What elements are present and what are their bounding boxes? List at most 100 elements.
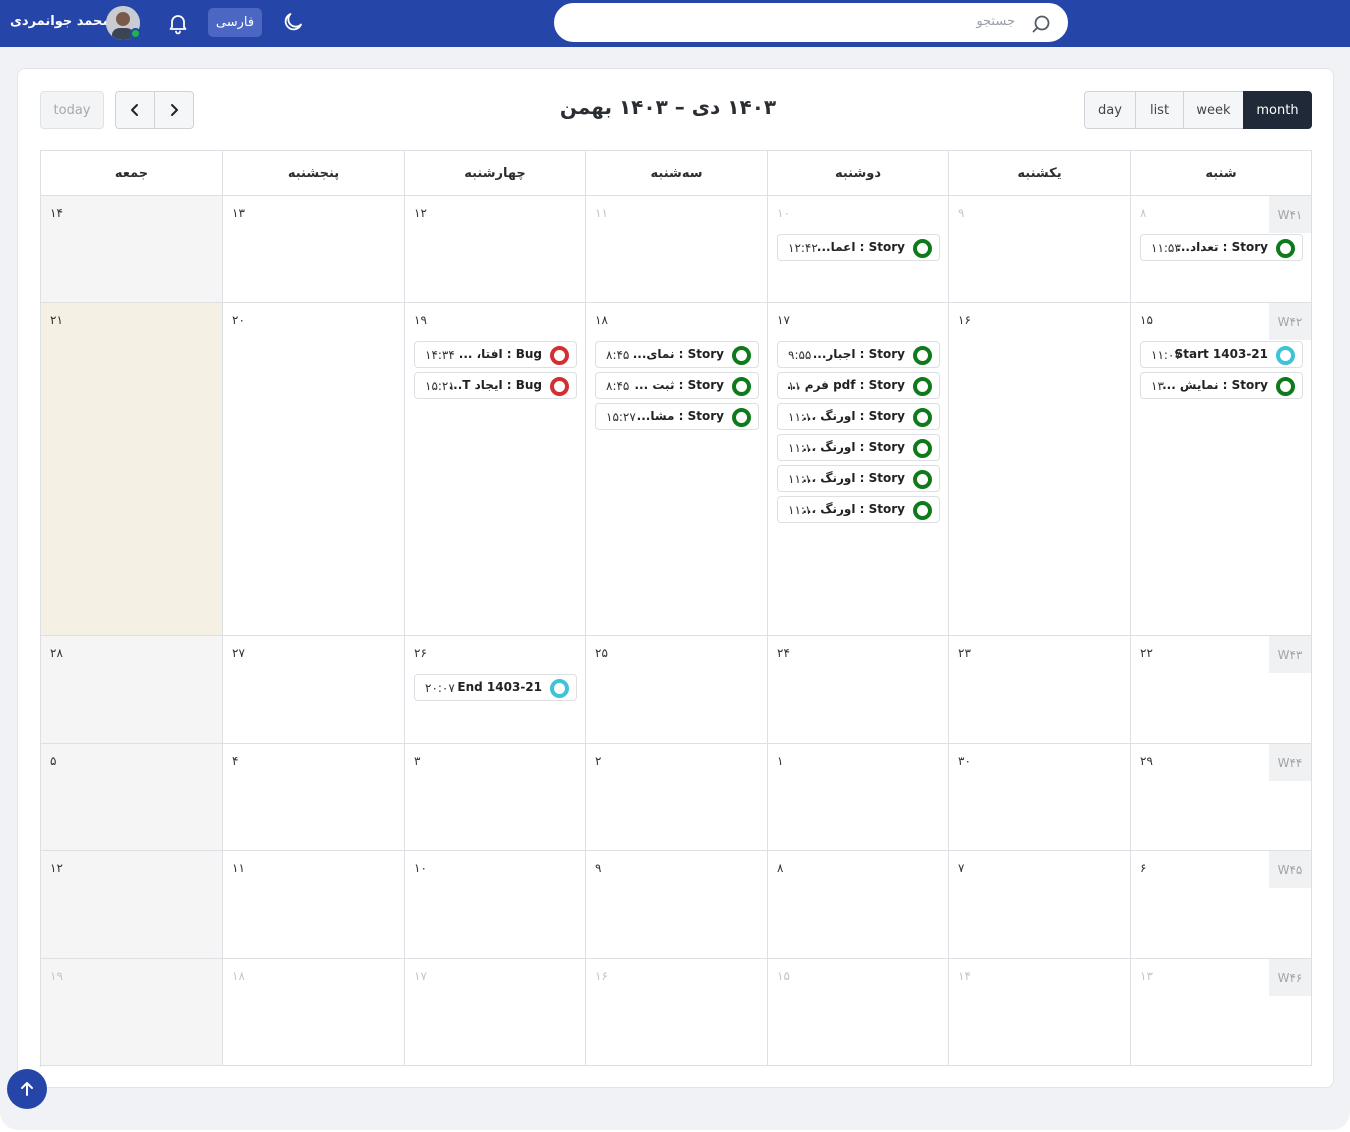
day-number[interactable]: ۱۲ (414, 206, 427, 220)
day-cell[interactable]: ۲۴ (768, 636, 949, 744)
day-number[interactable]: ۶ (1140, 861, 1146, 875)
day-number[interactable]: ۱۷ (777, 313, 790, 327)
view-list-button[interactable]: list (1135, 91, 1184, 129)
calendar-event[interactable]: Start 1403-21 ۱۱:۰۷ (1140, 341, 1303, 368)
calendar-event[interactable]: Story : تعداد... ۱۱:۵۳ (1140, 234, 1303, 261)
language-button[interactable]: فارسی (208, 8, 262, 37)
day-number[interactable]: ۲۸ (50, 646, 63, 660)
day-cell[interactable]: ۱۳ (223, 196, 405, 303)
day-cell[interactable]: ۱۶ (586, 959, 768, 1066)
day-number[interactable]: ۸ (777, 861, 783, 875)
calendar-event[interactable]: Story : اورنگ ... ۱۱:۱۰ (777, 496, 940, 523)
calendar-event[interactable]: pdf : Story فرم ... ۱۱ (777, 372, 940, 399)
today-button[interactable]: today (40, 91, 104, 129)
day-number[interactable]: ۲۷ (232, 646, 245, 660)
search-bar[interactable]: جستجو (554, 3, 1068, 42)
calendar-event[interactable]: Story : اعما... ۱۲:۴۲ (777, 234, 940, 261)
calendar-event[interactable]: Bug : افتا، ... ۱۴:۳۴ (414, 341, 577, 368)
day-number[interactable]: ۲۵ (595, 646, 608, 660)
day-cell[interactable]: ۸ (768, 851, 949, 959)
day-cell[interactable]: ۱۷ (405, 959, 586, 1066)
day-cell[interactable]: ۱۱ (223, 851, 405, 959)
day-cell[interactable]: ۱۹ (41, 959, 223, 1066)
calendar-event[interactable]: Story : مشا... ۱۵:۲۷ (595, 403, 759, 430)
day-number[interactable]: ۱۰ (777, 206, 790, 220)
calendar-event[interactable]: Bug : ایجاد T... ۱۵:۲۱ (414, 372, 577, 399)
search-icon[interactable] (1031, 14, 1051, 34)
calendar-event[interactable]: Story : اورنگ ... ۱۱:۱۰ (777, 403, 940, 430)
day-number[interactable]: ۸ (1140, 206, 1146, 220)
day-number[interactable]: ۲۲ (1140, 646, 1153, 660)
day-cell[interactable]: ۱۵ (768, 959, 949, 1066)
day-cell[interactable]: ۲۱ (41, 303, 223, 636)
day-number[interactable]: ۱۴ (50, 206, 63, 220)
day-number[interactable]: ۳ (414, 754, 420, 768)
day-cell[interactable]: ۴ (223, 744, 405, 851)
day-number[interactable]: ۹ (958, 206, 964, 220)
day-number[interactable]: ۲۳ (958, 646, 971, 660)
calendar-event[interactable]: Story : اورنگ ... ۱۱:۱۰ (777, 434, 940, 461)
week-number-label[interactable]: W۴۲ (1269, 303, 1311, 340)
calendar-event[interactable]: Story : اجبار... ۹:۵۵ (777, 341, 940, 368)
day-number[interactable]: ۱۹ (50, 969, 63, 983)
day-cell[interactable]: ۲۸ (41, 636, 223, 744)
calendar-event[interactable]: Story : ثبت ... ۸:۴۵ (595, 372, 759, 399)
calendar-event[interactable]: Story : اورنگ ... ۱۱:۱۰ (777, 465, 940, 492)
day-cell[interactable]: ۱ (768, 744, 949, 851)
day-number[interactable]: ۹ (595, 861, 601, 875)
calendar-event[interactable]: Story : نمای... ۸:۴۵ (595, 341, 759, 368)
day-number[interactable]: ۱۳ (232, 206, 245, 220)
day-cell[interactable]: ۳۰ (949, 744, 1131, 851)
day-number[interactable]: ۱۳ (1140, 969, 1153, 983)
day-cell[interactable]: ۲۵ (586, 636, 768, 744)
day-number[interactable]: ۲۴ (777, 646, 790, 660)
day-cell[interactable]: ۱۸ (223, 959, 405, 1066)
week-number-label[interactable]: W۴۶ (1269, 959, 1311, 996)
day-cell[interactable]: ۱۰ (405, 851, 586, 959)
week-number-label[interactable]: W۴۵ (1269, 851, 1311, 888)
day-number[interactable]: ۲۰ (232, 313, 245, 327)
day-number[interactable]: ۱۸ (595, 313, 608, 327)
day-cell[interactable]: ۶ W۴۵ (1131, 851, 1312, 959)
day-number[interactable]: ۱۹ (414, 313, 427, 327)
dark-mode-moon-icon[interactable] (281, 10, 305, 34)
view-day-button[interactable]: day (1084, 91, 1136, 129)
day-number[interactable]: ۲ (595, 754, 601, 768)
day-cell[interactable]: ۱۲ (405, 196, 586, 303)
day-cell[interactable]: ۳ (405, 744, 586, 851)
day-number[interactable]: ۴ (232, 754, 238, 768)
day-number[interactable]: ۱۵ (777, 969, 790, 983)
day-cell[interactable]: ۱۴ (949, 959, 1131, 1066)
next-button[interactable] (154, 91, 194, 129)
day-number[interactable]: ۲۱ (50, 313, 63, 327)
day-cell[interactable]: ۲۹ W۴۴ (1131, 744, 1312, 851)
calendar-event[interactable]: End 1403-21 ۲۰:۰۷ (414, 674, 577, 701)
day-cell[interactable]: ۹ (949, 196, 1131, 303)
day-number[interactable]: ۱۶ (595, 969, 608, 983)
day-number[interactable]: ۱۷ (414, 969, 427, 983)
day-number[interactable]: ۱۰ (414, 861, 427, 875)
view-month-button[interactable]: month (1243, 91, 1312, 129)
day-number[interactable]: ۲۶ (414, 646, 427, 660)
day-number[interactable]: ۱ (777, 754, 783, 768)
user-name[interactable]: محمد جوانمردی (10, 14, 110, 29)
day-number[interactable]: ۷ (958, 861, 964, 875)
day-number[interactable]: ۱۱ (232, 861, 245, 875)
day-cell[interactable]: ۲ (586, 744, 768, 851)
day-cell[interactable]: ۱۶ (949, 303, 1131, 636)
week-number-label[interactable]: W۴۳ (1269, 636, 1311, 673)
day-cell[interactable]: ۱۴ (41, 196, 223, 303)
day-number[interactable]: ۲۹ (1140, 754, 1153, 768)
day-number[interactable]: ۱۴ (958, 969, 971, 983)
day-cell[interactable]: ۱۲ (41, 851, 223, 959)
day-cell[interactable]: ۲۷ (223, 636, 405, 744)
calendar-event[interactable]: Story : نمایش ... ۱۳ (1140, 372, 1303, 399)
day-cell[interactable]: ۵ (41, 744, 223, 851)
day-number[interactable]: ۱۸ (232, 969, 245, 983)
day-cell[interactable]: ۱۱ (586, 196, 768, 303)
day-number[interactable]: ۱۲ (50, 861, 63, 875)
day-number[interactable]: ۵ (50, 754, 56, 768)
day-number[interactable]: ۱۶ (958, 313, 971, 327)
view-week-button[interactable]: week (1183, 91, 1244, 129)
day-number[interactable]: ۱۵ (1140, 313, 1153, 327)
